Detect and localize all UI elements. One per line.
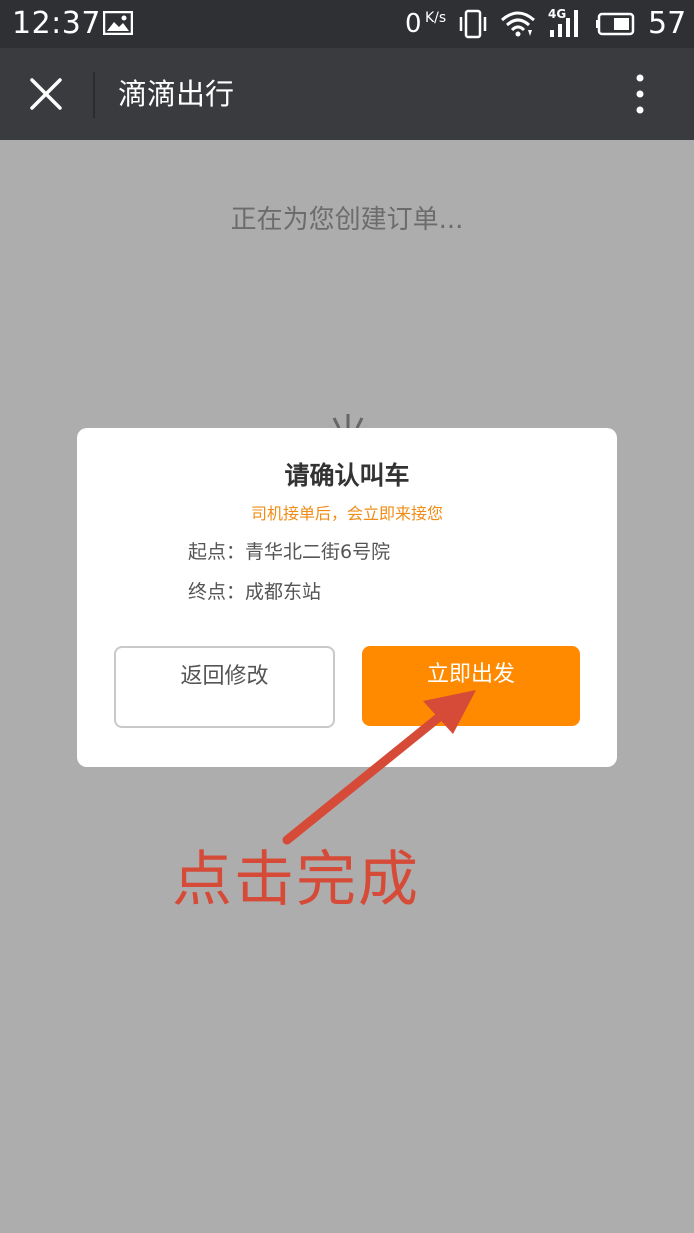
confirm-dialog: 请确认叫车 司机接单后，会立即来接您 起点：青华北二街6号院 终点：成都东站 返… xyxy=(77,428,617,767)
end-point-value: 成都东站 xyxy=(245,581,322,603)
depart-now-button[interactable]: 立即出发 xyxy=(362,646,580,726)
back-edit-button[interactable]: 返回修改 xyxy=(114,646,335,728)
nav-divider xyxy=(93,72,95,118)
dialog-subtitle: 司机接单后，会立即来接您 xyxy=(250,504,443,523)
net-speed-value: 0 xyxy=(405,9,422,39)
wifi-icon xyxy=(501,11,535,37)
net-speed-unit: K/s xyxy=(425,10,447,26)
close-icon[interactable] xyxy=(26,74,66,114)
start-point-row: 起点：青华北二街6号院 xyxy=(188,538,390,566)
annotation-text: 点击完成 xyxy=(172,845,420,915)
signal-type-label: 4G xyxy=(548,7,567,21)
image-icon xyxy=(103,11,133,35)
nav-bar: 滴滴出行 xyxy=(0,48,694,140)
more-icon[interactable] xyxy=(628,72,652,116)
status-time: 12:37 xyxy=(12,6,101,41)
end-point-label: 终点： xyxy=(188,581,246,603)
vibrate-icon xyxy=(459,9,487,39)
order-creating-text: 正在为您创建订单... xyxy=(230,205,464,235)
start-point-label: 起点： xyxy=(188,541,246,563)
page-title: 滴滴出行 xyxy=(118,77,235,111)
status-bar: 12:37 0 K/s 4G 57 xyxy=(0,0,694,48)
battery-level: 57 xyxy=(648,6,687,41)
start-point-value: 青华北二街6号院 xyxy=(245,541,391,563)
end-point-row: 终点：成都东站 xyxy=(188,578,321,606)
dialog-title: 请确认叫车 xyxy=(284,461,410,490)
battery-icon xyxy=(596,12,635,36)
